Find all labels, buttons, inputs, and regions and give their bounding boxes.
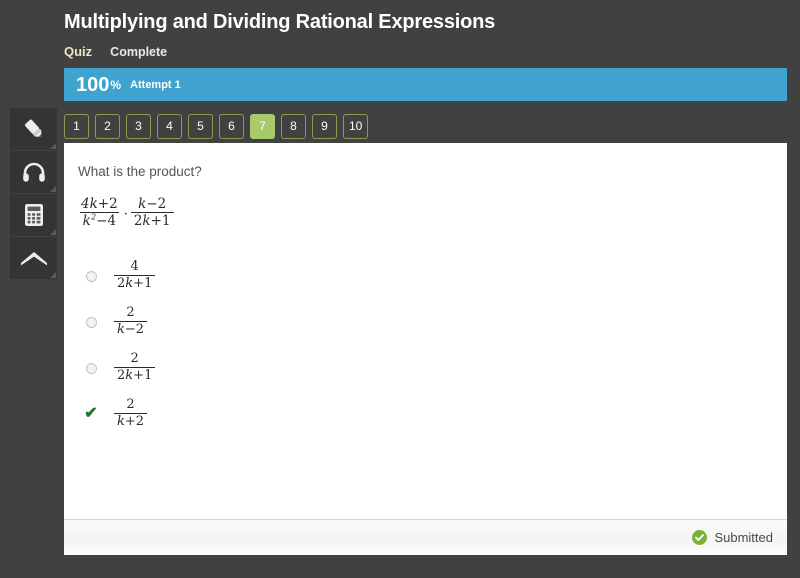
submitted-label: Submitted <box>714 530 773 545</box>
tool-sidebar <box>10 108 57 280</box>
attempt-label: Attempt 1 <box>130 78 181 91</box>
pencil-icon <box>21 116 47 142</box>
answer-option-2[interactable]: 2 k−2 <box>78 299 478 345</box>
score-percent-symbol: % <box>110 77 122 92</box>
submitted-status: Submitted <box>692 530 773 545</box>
question-nav-button-2[interactable]: 2 <box>95 114 120 139</box>
answer-option-1[interactable]: 4 2k+1 <box>78 253 478 299</box>
highlighter-tool[interactable] <box>10 108 57 150</box>
option-4-math: 2 k+2 <box>114 397 148 430</box>
right-denominator: 2k+1 <box>130 212 174 230</box>
radio-slot-4: ✔ <box>78 406 104 422</box>
question-nav-button-8[interactable]: 8 <box>281 114 306 139</box>
option-3-math: 2 2k+1 <box>114 351 156 384</box>
quiz-page: Multiplying and Dividing Rational Expres… <box>0 0 800 578</box>
subtitle-row: Quiz Complete <box>64 44 167 59</box>
correct-answer-check-icon: ✔ <box>84 405 98 422</box>
right-numerator: k−2 <box>138 196 167 212</box>
question-nav-button-9[interactable]: 9 <box>312 114 337 139</box>
option-4-numerator: 2 <box>126 397 135 413</box>
card-footer: Submitted <box>64 519 787 555</box>
question-nav-button-6[interactable]: 6 <box>219 114 244 139</box>
option-1-numerator: 4 <box>130 259 139 275</box>
collapse-tool[interactable] <box>10 237 57 279</box>
expression-right-fraction: k−2 2k+1 <box>130 196 174 230</box>
question-nav-button-10[interactable]: 10 <box>343 114 369 139</box>
answer-option-4[interactable]: ✔ 2 k+2 <box>78 391 478 437</box>
answer-options: 4 2k+1 2 k−2 2 2k+1 ✔ 2 k+2 <box>78 253 478 437</box>
question-prompt: What is the product? <box>78 164 202 179</box>
answer-option-3[interactable]: 2 2k+1 <box>78 345 478 391</box>
left-denominator: k2−4 <box>79 212 120 230</box>
question-nav-button-5[interactable]: 5 <box>188 114 213 139</box>
option-3-numerator: 2 <box>130 351 139 367</box>
headphones-icon <box>21 160 47 184</box>
score-value: 100 <box>76 73 110 96</box>
option-2-math: 2 k−2 <box>114 305 148 338</box>
calculator-icon <box>22 202 46 228</box>
calculator-tool[interactable] <box>10 194 57 236</box>
question-nav-button-7[interactable]: 7 <box>250 114 275 139</box>
expression-math: 4k+2 k2−4 · k−2 2k+1 <box>78 197 174 230</box>
option-3-denominator: 2k+1 <box>114 366 156 384</box>
option-1-denominator: 2k+1 <box>114 274 156 292</box>
chevron-up-icon <box>19 248 49 268</box>
radio-slot-2 <box>78 316 104 328</box>
radio-button-icon[interactable] <box>85 316 97 328</box>
question-nav-button-4[interactable]: 4 <box>157 114 182 139</box>
radio-slot-3 <box>78 362 104 374</box>
quiz-type-label: Quiz <box>64 44 93 59</box>
radio-button-icon[interactable] <box>85 270 97 282</box>
left-numerator: 4k+2 <box>81 196 118 212</box>
score-bar: 100 % Attempt 1 <box>64 68 787 101</box>
check-circle-icon <box>692 530 708 545</box>
expression-left-fraction: 4k+2 k2−4 <box>78 197 121 230</box>
problem-expression: 4k+2 k2−4 · k−2 2k+1 <box>78 196 174 230</box>
radio-slot-1 <box>78 270 104 282</box>
option-2-numerator: 2 <box>126 305 135 321</box>
question-nav-button-1[interactable]: 1 <box>64 114 89 139</box>
radio-button-icon[interactable] <box>85 362 97 374</box>
option-2-denominator: k−2 <box>114 320 148 338</box>
question-nav-button-3[interactable]: 3 <box>126 114 151 139</box>
page-title: Multiplying and Dividing Rational Expres… <box>64 11 496 33</box>
question-card: What is the product? 4k+2 k2−4 · k−2 2k+… <box>64 143 787 555</box>
question-nav: 1 2 3 4 5 6 7 8 9 10 <box>64 114 369 139</box>
audio-tool[interactable] <box>10 151 57 193</box>
quiz-status-label: Complete <box>110 45 168 59</box>
option-4-denominator: k+2 <box>114 412 148 430</box>
multiplication-operator: · <box>123 206 128 222</box>
option-1-math: 4 2k+1 <box>114 259 156 292</box>
